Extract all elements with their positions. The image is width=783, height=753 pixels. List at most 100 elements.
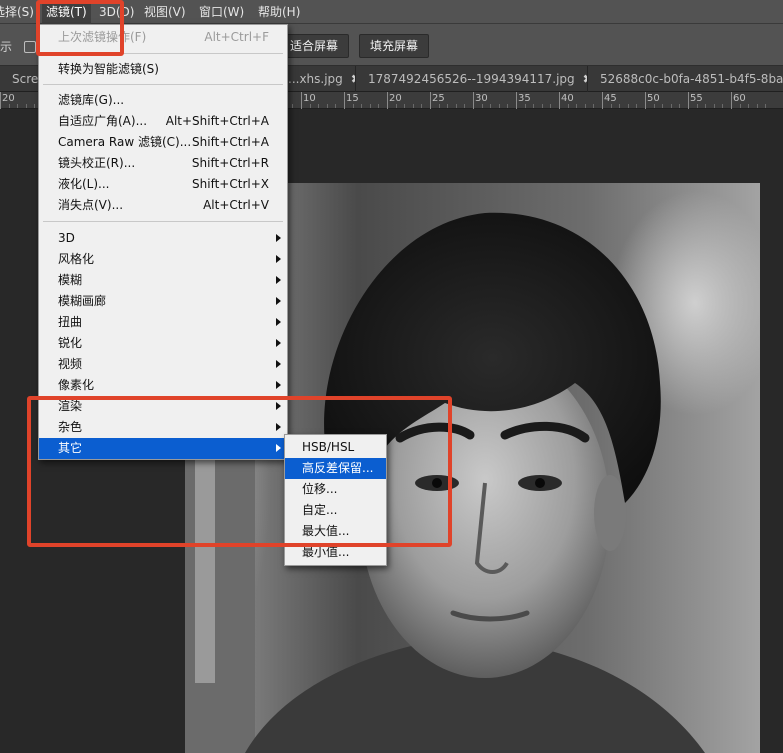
menu-window[interactable]: 窗口(W): [199, 0, 244, 24]
ruler-minor-tick: [636, 104, 638, 108]
submenu-arrow-icon: [276, 318, 281, 326]
ruler-minor-tick: [455, 104, 457, 108]
ruler-minor-tick: [498, 104, 500, 108]
menu-item-vanishing-point[interactable]: 消失点(V)... Alt+Ctrl+V: [39, 195, 287, 216]
ruler-minor-tick: [550, 104, 552, 108]
ruler-minor-tick: [610, 104, 612, 108]
submenu-arrow-icon: [276, 234, 281, 242]
ruler-label: 25: [432, 93, 445, 104]
ruler-minor-tick: [722, 104, 724, 108]
fit-screen-button[interactable]: 适合屏幕: [279, 34, 350, 58]
doc-tab-3[interactable]: 1787492456526--1994394117.jpg✖: [356, 66, 588, 92]
ruler-minor-tick: [395, 104, 397, 108]
submenu-arrow-icon: [276, 381, 281, 389]
ruler-minor-tick: [541, 104, 543, 108]
ruler-minor-tick: [25, 104, 27, 108]
ruler-minor-tick: [670, 104, 672, 108]
ruler-tick: [0, 92, 1, 109]
doc-tab-label: 1787492456526--1994394117.jpg: [368, 72, 575, 86]
ruler-minor-tick: [619, 104, 621, 108]
ruler-label: 55: [690, 93, 703, 104]
menu-item-filter-gallery[interactable]: 滤镜库(G)...: [39, 90, 287, 111]
ruler-label: 15: [346, 93, 359, 104]
ruler-minor-tick: [627, 104, 629, 108]
menu-item-stylize[interactable]: 风格化: [39, 249, 287, 270]
menu-separator: [43, 84, 283, 85]
submenu-arrow-icon: [276, 255, 281, 263]
menu-item-lens-correction[interactable]: 镜头校正(R)... Shift+Ctrl+R: [39, 153, 287, 174]
options-left-label: 示: [0, 40, 13, 54]
ruler-tick: [516, 92, 517, 109]
ruler-tick: [301, 92, 302, 109]
ruler-tick: [602, 92, 603, 109]
ruler-minor-tick: [756, 104, 758, 108]
ruler-minor-tick: [404, 104, 406, 108]
ruler-label: 60: [733, 93, 746, 104]
ruler-tick: [645, 92, 646, 109]
option-checkbox[interactable]: [24, 41, 36, 53]
menu-item-camera-raw[interactable]: Camera Raw 滤镜(C)... Shift+Ctrl+A: [39, 132, 287, 153]
menu-select[interactable]: 选择(S): [0, 0, 34, 24]
ruler-minor-tick: [8, 104, 10, 108]
ruler-minor-tick: [34, 104, 36, 108]
ruler-tick: [430, 92, 431, 109]
ruler-minor-tick: [490, 104, 492, 108]
ruler-label: 10: [303, 93, 316, 104]
ruler-minor-tick: [748, 104, 750, 108]
submenu-arrow-icon: [276, 339, 281, 347]
ruler-minor-tick: [662, 104, 664, 108]
menu-item-distort[interactable]: 扭曲: [39, 312, 287, 333]
ruler-label: 40: [561, 93, 574, 104]
ruler-minor-tick: [713, 104, 715, 108]
ruler-minor-tick: [696, 104, 698, 108]
ruler-tick: [387, 92, 388, 109]
menu-view[interactable]: 视图(V): [144, 0, 186, 24]
ruler-minor-tick: [421, 104, 423, 108]
ruler-minor-tick: [584, 104, 586, 108]
ruler-label: 35: [518, 93, 531, 104]
submenu-arrow-icon: [276, 297, 281, 305]
menu-item-video[interactable]: 视频: [39, 354, 287, 375]
menu-item-pixelate[interactable]: 像素化: [39, 375, 287, 396]
menu-help[interactable]: 帮助(H): [258, 0, 300, 24]
ruler-label: 20: [389, 93, 402, 104]
ruler-minor-tick: [292, 104, 294, 108]
menu-item-sharpen[interactable]: 锐化: [39, 333, 287, 354]
ruler-minor-tick: [481, 104, 483, 108]
ruler-minor-tick: [524, 104, 526, 108]
doc-tab-4[interactable]: 52688c0c-b0fa-4851-b4f5-8ba65: [588, 66, 783, 92]
ruler-minor-tick: [765, 104, 767, 108]
ruler-minor-tick: [705, 104, 707, 108]
ruler-minor-tick: [412, 104, 414, 108]
ruler-minor-tick: [507, 104, 509, 108]
ruler-minor-tick: [335, 104, 337, 108]
ruler-minor-tick: [533, 104, 535, 108]
ruler-tick: [473, 92, 474, 109]
ruler-minor-tick: [318, 104, 320, 108]
menu-item-blur[interactable]: 模糊: [39, 270, 287, 291]
ruler-minor-tick: [361, 104, 363, 108]
ruler-minor-tick: [438, 104, 440, 108]
ruler-label: 50: [647, 93, 660, 104]
ruler-tick: [559, 92, 560, 109]
ruler-label: 20: [2, 93, 15, 104]
annotation-box-filter-menu: [36, 0, 124, 56]
menu-item-liquify[interactable]: 液化(L)... Shift+Ctrl+X: [39, 174, 287, 195]
submenu-arrow-icon: [276, 276, 281, 284]
submenu-arrow-icon: [276, 360, 281, 368]
menu-item-3d[interactable]: 3D: [39, 228, 287, 249]
doc-tab-label: ...xhs.jpg: [288, 72, 343, 86]
fill-screen-button[interactable]: 填充屏幕: [359, 34, 430, 58]
ruler-minor-tick: [679, 104, 681, 108]
menu-item-convert-smart-filter[interactable]: 转换为智能滤镜(S): [39, 59, 287, 80]
ruler-minor-tick: [309, 104, 311, 108]
menu-item-adaptive-wide-angle[interactable]: 自适应广角(A)... Alt+Shift+Ctrl+A: [39, 111, 287, 132]
annotation-box-other-submenu: [27, 396, 452, 547]
ruler-minor-tick: [653, 104, 655, 108]
ruler-minor-tick: [326, 104, 328, 108]
ruler-minor-tick: [447, 104, 449, 108]
ruler-minor-tick: [378, 104, 380, 108]
menu-item-blur-gallery[interactable]: 模糊画廊: [39, 291, 287, 312]
ruler-minor-tick: [369, 104, 371, 108]
ruler-minor-tick: [567, 104, 569, 108]
